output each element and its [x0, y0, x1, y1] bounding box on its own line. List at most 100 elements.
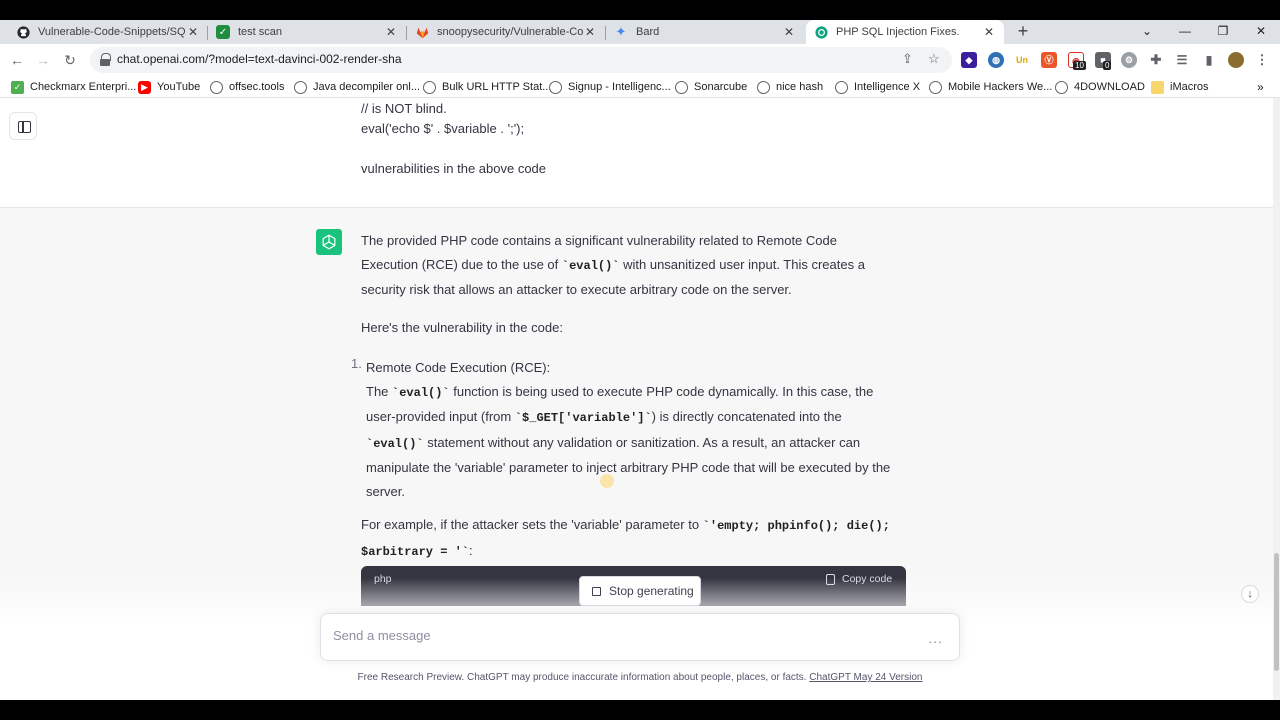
globe-icon — [423, 80, 436, 94]
globe-icon — [294, 80, 307, 94]
reading-list-icon[interactable]: ☰ — [1174, 52, 1190, 68]
menu-kebab-icon[interactable]: ⋮ — [1254, 52, 1270, 68]
globe-icon — [675, 80, 688, 94]
extension-orange-icon[interactable]: Ⓥ — [1041, 52, 1057, 68]
side-panel-icon[interactable]: ▮ — [1201, 52, 1217, 68]
tab-search-chevron-icon[interactable]: ⌄ — [1128, 20, 1166, 44]
extension-badge: 0 — [1103, 61, 1112, 70]
close-tab-icon[interactable]: ✕ — [186, 25, 200, 39]
profile-avatar[interactable] — [1228, 52, 1244, 68]
youtube-icon: ▶ — [138, 80, 151, 94]
url-text[interactable]: chat.openai.com/?model=text-davinci-002-… — [117, 52, 402, 66]
extension-purple-icon[interactable]: ◆ — [961, 52, 977, 68]
close-tab-icon[interactable]: ✕ — [782, 25, 796, 39]
tab-title: PHP SQL Injection Fixes. — [836, 26, 960, 38]
minimize-icon[interactable]: — — [1166, 20, 1204, 44]
tab-bard[interactable]: ✦ Bard ✕ — [606, 20, 804, 44]
user-message-line: // is NOT blind. — [361, 101, 447, 116]
extensions-puzzle-icon[interactable]: ✚ — [1148, 52, 1164, 68]
reload-icon[interactable]: ↻ — [59, 50, 81, 70]
sidebar-toggle-icon[interactable] — [9, 112, 37, 140]
bookmark-star-icon[interactable]: ☆ — [928, 51, 940, 67]
close-tab-icon[interactable]: ✕ — [384, 25, 398, 39]
globe-icon — [210, 80, 223, 94]
close-tab-icon[interactable]: ✕ — [982, 25, 996, 39]
gitlab-icon — [415, 25, 429, 39]
tab-title: Bard — [636, 26, 660, 38]
example-paragraph: For example, if the attacker sets the 'v… — [361, 517, 890, 559]
close-window-icon[interactable]: ✕ — [1242, 20, 1280, 44]
github-icon — [16, 25, 30, 39]
inline-code: `eval()` — [366, 436, 424, 451]
user-message-line: eval('echo $' . $variable . ';'); — [361, 121, 525, 136]
footer-disclaimer: Free Research Preview. ChatGPT may produ… — [357, 672, 923, 683]
extension-globe-icon[interactable]: ◍ — [988, 52, 1004, 68]
tab-title: snoopysecurity/Vulnerable-Code — [437, 26, 583, 38]
bookmark-item[interactable]: Mobile Hackers We... — [929, 79, 1052, 95]
bookmarks-bar: ✓ Checkmarx Enterpri... ▶ YouTube offsec.t… — [0, 76, 1280, 98]
globe-icon — [549, 80, 562, 94]
globe-icon — [835, 80, 848, 94]
bookmark-item[interactable]: Sonarcube — [675, 79, 747, 95]
tab-php-sql-injection-fixes[interactable]: PHP SQL Injection Fixes. ✕ — [806, 20, 1004, 44]
share-icon[interactable]: ⇪ — [902, 51, 913, 67]
restore-icon[interactable]: ❐ — [1204, 20, 1242, 44]
tab-github[interactable]: Vulnerable-Code-Snippets/SQL I ✕ — [8, 20, 208, 44]
typing-dots-icon: ... — [928, 630, 943, 646]
bookmark-item[interactable]: Intelligence X — [835, 79, 920, 95]
tab-strip: Vulnerable-Code-Snippets/SQL I ✕ ✓ test … — [0, 20, 1280, 44]
globe-icon — [757, 80, 770, 94]
list-number: 1. — [351, 356, 362, 371]
inline-code: `eval()` — [561, 258, 620, 273]
list-item-rce: Remote Code Execution (RCE): The `eval()… — [366, 356, 911, 503]
tab-test-scan[interactable]: ✓ test scan ✕ — [208, 20, 406, 44]
address-bar-row: ← → ↻ chat.openai.com/?model=text-davinc… — [0, 44, 1280, 76]
bookmark-item[interactable]: nice hash — [757, 79, 823, 95]
vulnerability-heading: Here's the vulnerability in the code: — [361, 320, 563, 335]
inline-code: $arbitrary = '` — [361, 544, 470, 559]
bookmark-item[interactable]: iMacros — [1151, 79, 1209, 95]
bookmark-item[interactable]: ✓ Checkmarx Enterpri... — [11, 79, 136, 95]
bookmark-item[interactable]: Signup - Intelligenc... — [549, 79, 671, 95]
bookmark-item[interactable]: ▶ YouTube — [138, 79, 200, 95]
bookmark-item[interactable]: 4DOWNLOAD — [1055, 79, 1145, 95]
forward-arrow-icon[interactable]: → — [32, 50, 54, 70]
lock-icon[interactable] — [100, 53, 111, 67]
inline-code: `'empty; phpinfo(); die(); — [702, 519, 890, 533]
extension-un-icon[interactable]: Un — [1014, 52, 1030, 68]
assistant-intro-paragraph: The provided PHP code contains a signifi… — [361, 233, 865, 297]
chat-page: // is NOT blind. eval('echo $' . $variab… — [0, 98, 1280, 700]
openai-icon — [814, 25, 828, 39]
stop-square-icon — [592, 586, 601, 596]
checkmarx-icon: ✓ — [11, 80, 24, 94]
close-tab-icon[interactable]: ✕ — [583, 25, 597, 39]
user-message: // is NOT blind. eval('echo $' . $variab… — [0, 98, 1273, 208]
extension-badge: 10 — [1073, 61, 1086, 70]
checkmark-icon: ✓ — [216, 25, 230, 39]
bard-sparkle-icon: ✦ — [615, 24, 627, 39]
message-composer: ... — [320, 613, 960, 661]
tab-title: Vulnerable-Code-Snippets/SQL I — [38, 26, 186, 38]
new-tab-plus-icon[interactable]: + — [1012, 20, 1034, 44]
inline-code: `eval()` — [392, 385, 450, 400]
omnibox[interactable]: chat.openai.com/?model=text-davinci-002-… — [90, 47, 952, 73]
message-input[interactable] — [333, 628, 913, 643]
bookmark-item[interactable]: Java decompiler onl... — [294, 79, 420, 95]
screen-top-border — [0, 0, 1280, 20]
mouse-cursor-highlight — [600, 474, 614, 488]
globe-icon — [1055, 80, 1068, 94]
folder-icon — [1151, 80, 1164, 94]
back-arrow-icon[interactable]: ← — [6, 50, 28, 70]
openai-icon — [316, 229, 342, 255]
scroll-down-arrow-icon[interactable]: ↓ — [1241, 585, 1259, 603]
bookmark-item[interactable]: Bulk URL HTTP Stat... — [423, 79, 551, 95]
extension-gear-icon[interactable]: ⚙ — [1121, 52, 1137, 68]
more-bookmarks-chevron-icon[interactable]: » — [1257, 79, 1264, 95]
user-message-line: vulnerabilities in the above code — [361, 161, 547, 176]
inline-code: `$_GET['variable']` — [514, 411, 652, 425]
bookmark-item[interactable]: offsec.tools — [210, 79, 284, 95]
stop-generating-button[interactable]: Stop generating — [579, 576, 701, 606]
version-link[interactable]: ChatGPT May 24 Version — [809, 672, 922, 683]
tab-snoopysecurity[interactable]: snoopysecurity/Vulnerable-Code ✕ — [407, 20, 605, 44]
scrollbar-thumb[interactable] — [1274, 553, 1279, 671]
